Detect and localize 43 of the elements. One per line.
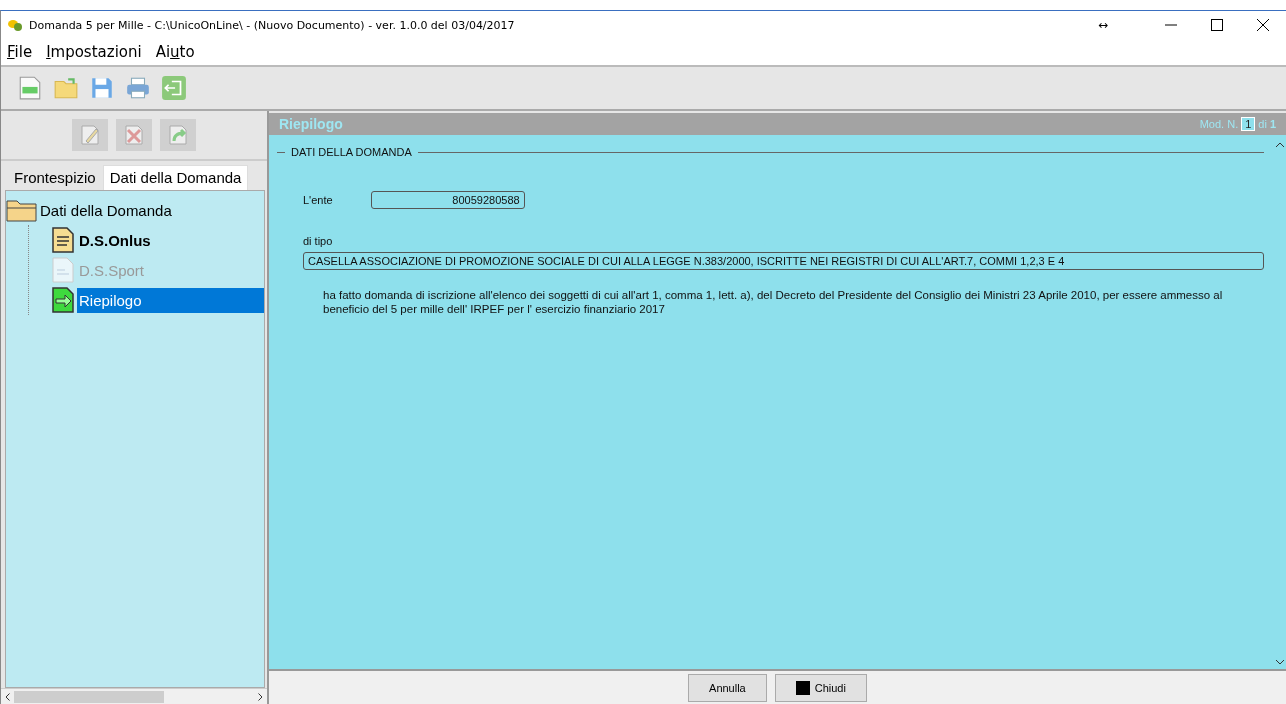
close-icon[interactable] — [1257, 19, 1269, 31]
statement-text: ha fatto domanda di iscrizione all'elenco dei soggetti di cui all'art 1, comma 1, lett. a), del Decreto del Presidente del Consiglio dei Ministri 23 Aprile 2010, per essere ammesso al beneficio del 5 per mille dell' IRPEF per l' esercizio finanziario 2017 — [323, 288, 1224, 316]
panel-title: Riepilogo — [279, 116, 344, 132]
scrollbar-thumb[interactable] — [14, 691, 164, 703]
mod-number-field[interactable]: 1 — [1241, 117, 1256, 131]
mod-label: Mod. N. — [1199, 118, 1239, 130]
printer-icon[interactable] — [125, 75, 151, 101]
exit-icon[interactable] — [161, 75, 187, 101]
document-icon — [49, 256, 77, 284]
scroll-down-icon[interactable] — [1276, 659, 1284, 665]
section-title: DATI DELLA DOMANDA — [291, 146, 412, 158]
tab[interactable]: Dati della Domanda — [102, 165, 249, 190]
document-icon — [49, 226, 77, 254]
save-icon[interactable] — [89, 75, 115, 101]
app-icon — [7, 18, 23, 32]
dialog-button[interactable]: Annulla — [688, 674, 767, 702]
menu-item[interactable]: Impostazioni — [46, 43, 142, 61]
scroll-up-icon[interactable] — [1276, 142, 1284, 148]
scroll-right-icon[interactable] — [258, 693, 263, 701]
new-document-icon[interactable] — [17, 75, 43, 101]
document-arrow-icon — [49, 286, 77, 314]
folder-icon — [6, 197, 38, 223]
of-label: di — [1258, 118, 1267, 130]
tree-item[interactable]: Riepilogo — [77, 287, 264, 313]
menu-item[interactable]: Aiuto — [155, 43, 195, 61]
maximize-icon[interactable] — [1211, 19, 1223, 31]
total-count: 1 — [1269, 118, 1276, 130]
window-title: Domanda 5 per Mille - C:\UnicoOnLine\ - (Nuovo Documento) - ver. 1.0.0 del 03/04/2017 — [29, 18, 516, 32]
menu-item[interactable]: File — [7, 43, 33, 61]
resize-glyph[interactable]: ↔ — [1097, 18, 1108, 32]
tab[interactable]: Frontespizio — [7, 165, 103, 190]
tipo-field[interactable]: CASELLA ASSOCIAZIONE DI PROMOZIONE SOCIALE DI CUI ALLA LEGGE N.383/2000, ISCRITTE NEI REGISTRI DI CUI ALL'ART.7, COMMI 1,2,3 E 4 — [303, 252, 1264, 270]
edit-icon[interactable] — [78, 123, 102, 147]
tree-item[interactable]: D.S.Onlus — [77, 227, 264, 253]
ente-field[interactable]: 80059280588 — [370, 191, 525, 209]
open-folder-icon[interactable] — [53, 75, 79, 101]
tree-item[interactable]: Dati della Domanda — [40, 201, 172, 219]
scroll-left-icon[interactable] — [5, 693, 10, 701]
undo-icon[interactable] — [166, 123, 190, 147]
dialog-button[interactable]: Chiudi — [774, 674, 867, 702]
field-label: L'ente — [303, 194, 333, 206]
field-label: di tipo — [303, 235, 334, 247]
delete-icon[interactable] — [122, 123, 146, 147]
